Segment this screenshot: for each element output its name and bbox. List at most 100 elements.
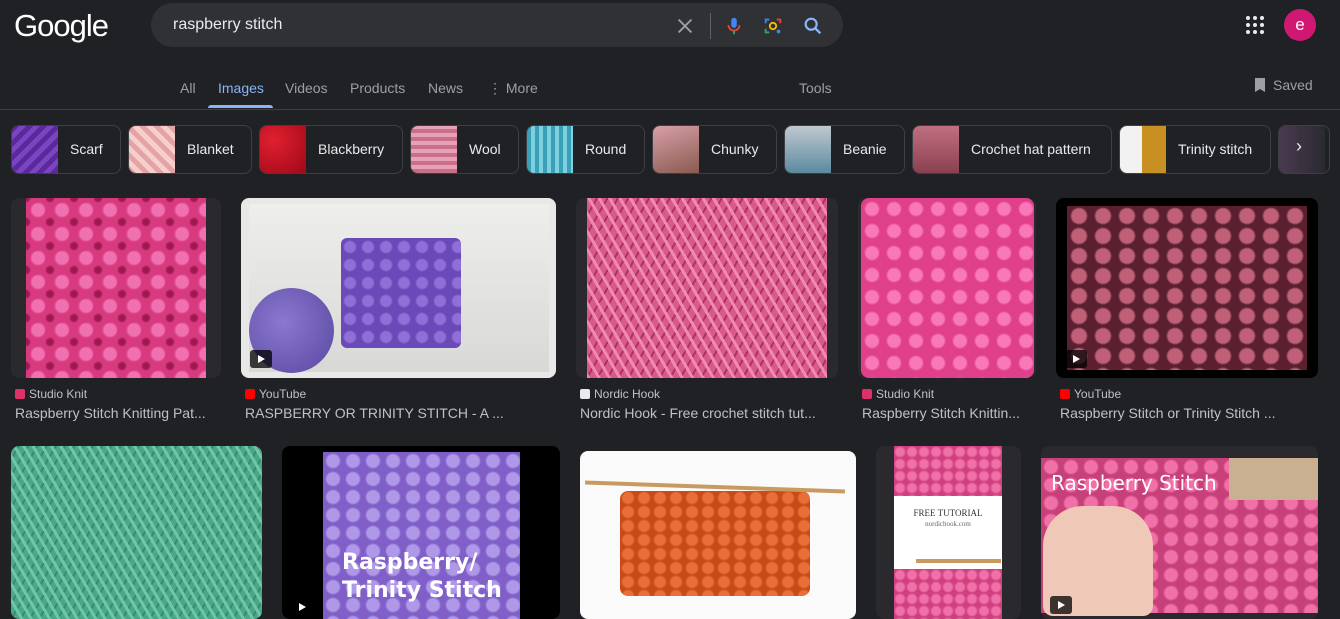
chevron-right-icon[interactable]: › bbox=[1296, 136, 1302, 157]
chip-thumbnail bbox=[653, 126, 699, 173]
result-source-name: YouTube bbox=[1074, 387, 1122, 401]
result-source-name: YouTube bbox=[259, 387, 307, 401]
result-title[interactable]: Raspberry Stitch Knittin... bbox=[862, 405, 1037, 421]
thumbnail-caption: Trinity Stitch bbox=[342, 578, 502, 603]
chip-thumbnail bbox=[913, 126, 959, 173]
clear-icon[interactable] bbox=[674, 15, 696, 37]
favicon-icon bbox=[15, 389, 25, 399]
result-title[interactable]: Nordic Hook - Free crochet stitch tut... bbox=[580, 405, 835, 421]
thumbnail-caption: Raspberry/ bbox=[342, 550, 478, 575]
tab-images[interactable]: Images bbox=[218, 80, 264, 96]
search-icon[interactable] bbox=[802, 15, 824, 37]
result-thumbnail bbox=[861, 198, 1034, 378]
search-box[interactable]: raspberry stitch bbox=[151, 3, 843, 47]
chip-label: Crochet hat pattern bbox=[971, 141, 1091, 157]
tab-more[interactable]: ⋮ More bbox=[488, 80, 538, 97]
result-thumbnail bbox=[1067, 206, 1307, 370]
result-thumbnail bbox=[894, 569, 1002, 619]
result-title[interactable]: Raspberry Stitch Knitting Pat... bbox=[15, 405, 220, 421]
chip-label: Beanie bbox=[843, 141, 887, 157]
tab-more-label: More bbox=[505, 80, 538, 96]
avatar[interactable]: e bbox=[1284, 9, 1316, 41]
chip-thumbnail bbox=[260, 126, 306, 173]
chip-label: Blanket bbox=[187, 141, 234, 157]
result-title[interactable]: RASPBERRY OR TRINITY STITCH - A ... bbox=[245, 405, 535, 421]
thumbnail-caption: Raspberry Stitch bbox=[1051, 471, 1217, 495]
image-result[interactable] bbox=[11, 446, 262, 619]
result-source: YouTube bbox=[1060, 387, 1121, 401]
tools-button[interactable]: Tools bbox=[799, 80, 832, 96]
tab-products[interactable]: Products bbox=[350, 80, 405, 96]
chip-label: Chunky bbox=[711, 141, 759, 157]
image-result[interactable]: FREE TUTORIAL nordichook.com bbox=[876, 446, 1021, 619]
chip-blanket[interactable]: Blanket bbox=[128, 125, 252, 174]
result-thumbnail bbox=[587, 198, 827, 378]
chip-scarf[interactable]: Scarf bbox=[11, 125, 121, 174]
result-thumbnail bbox=[620, 491, 810, 596]
youtube-icon bbox=[1060, 389, 1070, 399]
play-icon bbox=[291, 598, 313, 616]
microphone-icon[interactable] bbox=[723, 15, 745, 37]
search-input[interactable]: raspberry stitch bbox=[173, 16, 282, 34]
image-result[interactable] bbox=[241, 198, 556, 378]
image-result[interactable] bbox=[576, 198, 838, 378]
chip-thumbnail bbox=[785, 126, 831, 173]
tab-all[interactable]: All bbox=[180, 80, 196, 96]
chip-label: Scarf bbox=[70, 141, 103, 157]
chip-thumbnail bbox=[1279, 126, 1325, 173]
chip-wool[interactable]: Wool bbox=[410, 125, 519, 174]
search-divider bbox=[710, 13, 711, 39]
saved-button[interactable]: Saved bbox=[1253, 77, 1313, 93]
image-result[interactable]: Raspberry/ Trinity Stitch bbox=[282, 446, 560, 619]
favicon-icon bbox=[580, 389, 590, 399]
header-divider bbox=[0, 109, 1340, 110]
result-source: Studio Knit bbox=[15, 387, 87, 401]
result-source: YouTube bbox=[245, 387, 306, 401]
image-result[interactable] bbox=[580, 451, 856, 619]
more-vert-icon: ⋮ bbox=[488, 80, 502, 96]
result-thumbnail bbox=[894, 446, 1002, 496]
active-tab-indicator bbox=[208, 105, 273, 108]
crochet-hook bbox=[916, 559, 1001, 563]
result-source-name: Nordic Hook bbox=[594, 387, 661, 401]
chip-trinity-stitch[interactable]: Trinity stitch bbox=[1119, 125, 1271, 174]
chip-thumbnail bbox=[527, 126, 573, 173]
thumbnail-caption: nordichook.com bbox=[925, 520, 971, 528]
image-result[interactable] bbox=[11, 198, 221, 378]
chip-beanie[interactable]: Beanie bbox=[784, 125, 905, 174]
apps-grid-icon[interactable] bbox=[1246, 16, 1266, 36]
result-source-name: Studio Knit bbox=[876, 387, 935, 401]
chip-label: Trinity stitch bbox=[1178, 141, 1253, 157]
chip-blackberry[interactable]: Blackberry bbox=[259, 125, 403, 174]
google-logo[interactable]: Google bbox=[14, 8, 109, 44]
chip-label: Round bbox=[585, 141, 627, 157]
result-title[interactable]: Raspberry Stitch or Trinity Stitch ... bbox=[1060, 405, 1320, 421]
chip-thumbnail bbox=[12, 126, 58, 173]
image-result[interactable] bbox=[1056, 198, 1318, 378]
chip-round[interactable]: Round bbox=[526, 125, 645, 174]
chip-chunky[interactable]: Chunky bbox=[652, 125, 777, 174]
bookmark-icon bbox=[1255, 78, 1265, 92]
play-icon bbox=[250, 350, 272, 368]
result-source: Nordic Hook bbox=[580, 387, 660, 401]
youtube-icon bbox=[245, 389, 255, 399]
thumbnail-caption: FREE TUTORIAL bbox=[913, 508, 983, 518]
chip-label: Wool bbox=[469, 141, 501, 157]
image-result[interactable]: Raspberry Stitch bbox=[1041, 446, 1318, 619]
result-thumbnail bbox=[26, 198, 206, 378]
play-icon bbox=[1065, 350, 1087, 368]
saved-label: Saved bbox=[1273, 77, 1313, 93]
image-result[interactable] bbox=[858, 198, 1036, 378]
tab-news[interactable]: News bbox=[428, 80, 463, 96]
chip-thumbnail bbox=[129, 126, 175, 173]
chip-thumbnail bbox=[411, 126, 457, 173]
chip-more[interactable] bbox=[1278, 125, 1330, 174]
play-icon bbox=[1050, 596, 1072, 614]
lens-icon[interactable] bbox=[762, 15, 784, 37]
chip-crochet-hat-pattern[interactable]: Crochet hat pattern bbox=[912, 125, 1112, 174]
result-source: Studio Knit bbox=[862, 387, 934, 401]
tab-videos[interactable]: Videos bbox=[285, 80, 328, 96]
result-source-name: Studio Knit bbox=[29, 387, 88, 401]
yarn-patch bbox=[1229, 458, 1318, 500]
chip-label: Blackberry bbox=[318, 141, 385, 157]
